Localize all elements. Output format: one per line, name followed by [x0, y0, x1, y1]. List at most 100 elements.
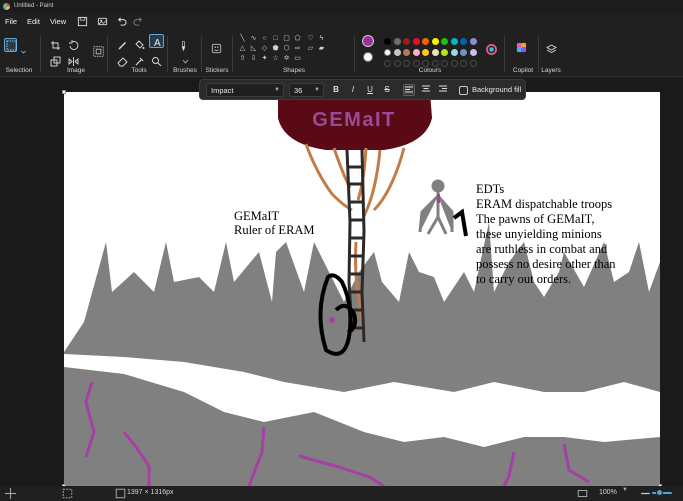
- align-right-button[interactable]: [437, 84, 449, 96]
- custom-colour-slot[interactable]: [393, 60, 401, 67]
- sticker-icon[interactable]: [211, 41, 224, 54]
- colour-swatch[interactable]: [412, 38, 420, 45]
- rounded-rect-shape-icon[interactable]: ▢: [282, 34, 291, 43]
- align-center-button[interactable]: [420, 84, 432, 96]
- star6-shape-icon[interactable]: ✡: [282, 54, 291, 63]
- colour-swatch[interactable]: [460, 38, 467, 45]
- colour-swatch[interactable]: [469, 49, 477, 56]
- custom-colour-slot[interactable]: [460, 60, 467, 67]
- colour-swatch[interactable]: [393, 49, 401, 56]
- custom-colour-slot[interactable]: [422, 60, 429, 67]
- custom-colour-slot[interactable]: [450, 60, 458, 67]
- menu-edit[interactable]: Edit: [27, 17, 40, 26]
- colour-swatch[interactable]: [403, 38, 410, 45]
- triangle-shape-icon[interactable]: △: [238, 44, 247, 53]
- colour-swatch[interactable]: [422, 38, 429, 45]
- layers-icon[interactable]: [546, 42, 557, 54]
- canvas-resize-handle-tl[interactable]: [62, 90, 66, 94]
- custom-colour-slot[interactable]: [412, 60, 420, 67]
- color-picker-icon[interactable]: [134, 54, 145, 66]
- colour-swatch[interactable]: [450, 49, 458, 56]
- font-family-dropdown[interactable]: Impact ▼: [206, 83, 284, 97]
- lightning-shape-icon[interactable]: ϟ: [317, 34, 326, 43]
- fill-icon[interactable]: [134, 37, 145, 49]
- colour-swatch[interactable]: [422, 49, 429, 56]
- brushes-chevron-icon[interactable]: [180, 55, 189, 66]
- menu-file[interactable]: File: [5, 17, 17, 26]
- zoom-level[interactable]: 100%: [599, 489, 617, 496]
- eraser-icon[interactable]: [117, 54, 128, 67]
- pentagon-shape-icon[interactable]: ⬟: [271, 44, 280, 53]
- align-left-button[interactable]: [403, 84, 415, 96]
- secondary-colour-swatch[interactable]: [363, 52, 373, 62]
- bold-button[interactable]: B: [330, 84, 342, 96]
- callout-shape-icon[interactable]: ▭: [293, 54, 302, 63]
- font-size-dropdown[interactable]: 36 ▼: [289, 83, 324, 97]
- rotate-icon[interactable]: [68, 38, 79, 50]
- resize-icon[interactable]: [50, 54, 61, 67]
- colour-swatch[interactable]: [441, 49, 448, 56]
- undo-icon[interactable]: [116, 16, 127, 27]
- colour-swatch[interactable]: [412, 49, 420, 56]
- colour-swatch[interactable]: [469, 38, 477, 45]
- colour-swatch[interactable]: [460, 49, 467, 56]
- text-tool-button[interactable]: A: [149, 34, 164, 49]
- outline-shape-icon[interactable]: ▱: [306, 44, 315, 53]
- fill-shape-icon[interactable]: ▰: [317, 44, 326, 53]
- save-icon[interactable]: [77, 16, 88, 27]
- flip-icon[interactable]: [68, 54, 79, 66]
- diamond-shape-icon[interactable]: ◇: [260, 44, 269, 53]
- custom-colour-slot[interactable]: [431, 60, 439, 67]
- colour-swatch[interactable]: [384, 38, 391, 45]
- colour-swatch[interactable]: [384, 49, 391, 56]
- open-file-icon[interactable]: [97, 16, 108, 27]
- primary-colour-swatch[interactable]: [362, 35, 374, 47]
- colour-swatch[interactable]: [431, 49, 439, 56]
- right-triangle-shape-icon[interactable]: ◺: [249, 44, 258, 53]
- custom-colour-slot[interactable]: [403, 60, 410, 67]
- brush-icon[interactable]: [178, 39, 189, 55]
- drawing-canvas[interactable]: GEMaIT GEMaIT Ruler of ERAM EDTs ERAM di…: [64, 92, 660, 486]
- crop-icon[interactable]: [50, 38, 61, 50]
- chevron-down-icon: ▼: [314, 87, 320, 93]
- copilot-icon[interactable]: [516, 40, 529, 53]
- pencil-icon[interactable]: [117, 37, 128, 50]
- custom-colour-slot[interactable]: [384, 60, 391, 67]
- colour-swatch[interactable]: [403, 49, 410, 56]
- zoom-dropdown-chevron-icon[interactable]: ▼: [622, 487, 628, 493]
- line-shape-icon[interactable]: ╲: [238, 34, 247, 43]
- colour-swatch[interactable]: [431, 38, 439, 45]
- edt-caption-line2: ERAM dispatchable troops: [476, 197, 612, 211]
- star5-shape-icon[interactable]: ☆: [271, 54, 280, 63]
- arrow-up-shape-icon[interactable]: ⇧: [238, 54, 247, 63]
- star4-shape-icon[interactable]: ✦: [260, 54, 269, 63]
- colour-swatch[interactable]: [441, 38, 448, 45]
- italic-button[interactable]: I: [347, 84, 359, 96]
- oval-shape-icon[interactable]: ○: [260, 34, 269, 43]
- hexagon-shape-icon[interactable]: ⬡: [282, 44, 291, 53]
- custom-colour-slot[interactable]: [441, 60, 448, 67]
- selection-button[interactable]: [4, 38, 17, 52]
- edit-colours-icon[interactable]: [486, 42, 498, 55]
- background-fill-checkbox[interactable]: [459, 86, 468, 95]
- polygon-shape-icon[interactable]: ⬠: [293, 34, 302, 43]
- menu-view[interactable]: View: [50, 17, 66, 26]
- colour-swatch[interactable]: [450, 38, 458, 45]
- selection-dropdown-chevron-icon[interactable]: [18, 45, 26, 56]
- underline-button[interactable]: U: [364, 84, 376, 96]
- custom-colour-slot[interactable]: [469, 60, 477, 67]
- zoom-slider-thumb[interactable]: [656, 489, 663, 496]
- strikethrough-button[interactable]: S: [381, 84, 393, 96]
- arrow-right-shape-icon[interactable]: ⇨: [293, 44, 302, 53]
- colour-swatch[interactable]: [393, 38, 401, 45]
- image-select-icon[interactable]: [93, 44, 107, 58]
- fit-to-window-icon[interactable]: [577, 488, 588, 498]
- redo-icon[interactable]: [133, 16, 144, 27]
- rectangle-shape-icon[interactable]: □: [271, 34, 280, 43]
- magnifier-icon[interactable]: [151, 54, 162, 67]
- curve-shape-icon[interactable]: ∿: [249, 34, 258, 43]
- arrow-down-shape-icon[interactable]: ⇩: [249, 54, 258, 63]
- zoom-out-icon[interactable]: [640, 488, 650, 497]
- group-label-layers: Layers: [541, 67, 561, 74]
- heart-shape-icon[interactable]: ♡: [306, 34, 315, 43]
